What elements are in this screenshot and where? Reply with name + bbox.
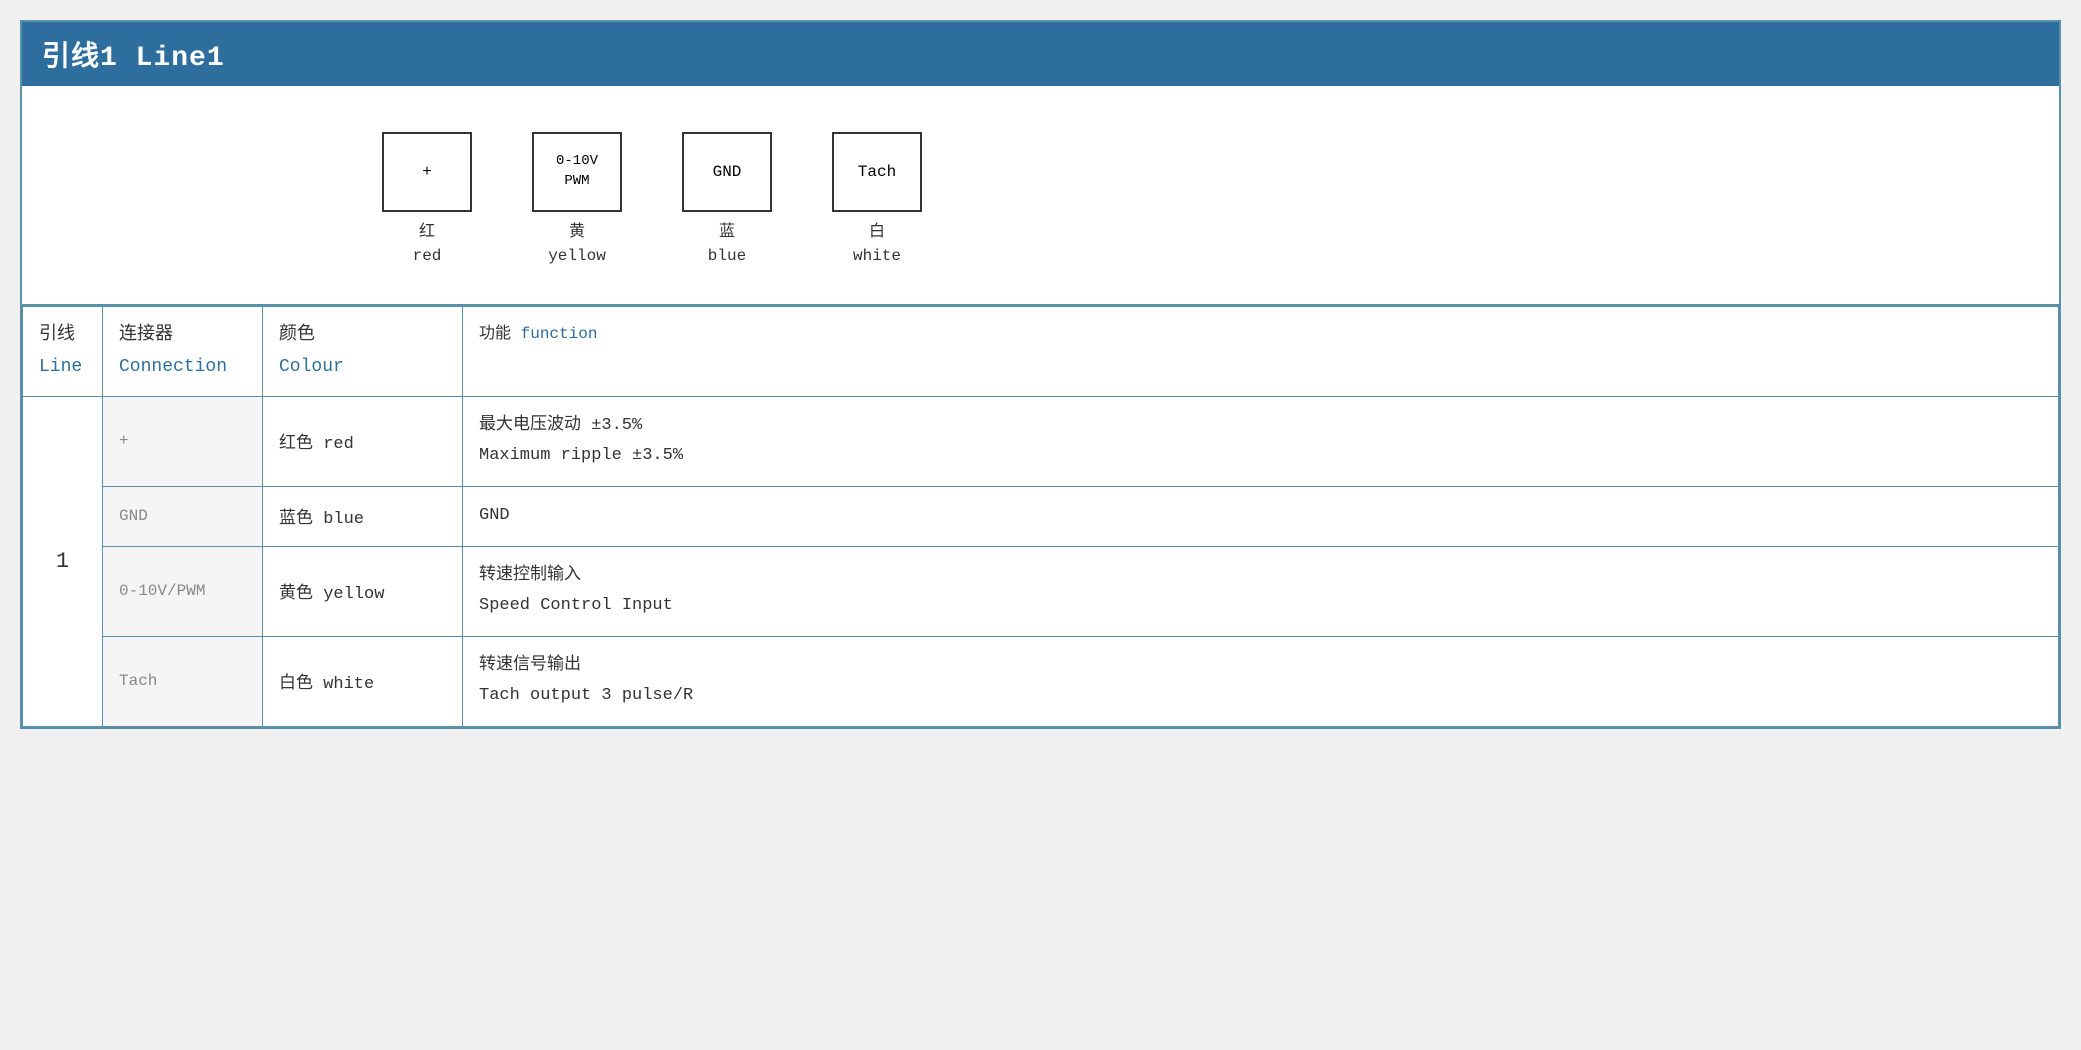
function-gnd: GND [463, 486, 2059, 546]
header-colour-en: Colour [279, 351, 446, 383]
func-tach-zh: 转速信号输出 [479, 651, 2042, 682]
table-section: 引线 Line 连接器 Connection 颜色 Colour 功能 func… [22, 306, 2059, 727]
connection-plus: + [103, 396, 263, 486]
header-connection: 连接器 Connection [103, 307, 263, 397]
main-container: 引线1 Line1 + 红 red 0-10VPWM 黄 [20, 20, 2061, 729]
connector-item-pwm: 0-10VPWM 黄 yellow [532, 132, 622, 268]
header-function-en: function [521, 325, 598, 343]
table-row-2: GND 蓝色 blue GND [23, 486, 2059, 546]
connector-zh-plus: 红 [419, 223, 435, 241]
connection-gnd: GND [103, 486, 263, 546]
connection-pwm: 0-10V/PWM [103, 546, 263, 636]
connector-symbol-gnd: GND [713, 163, 742, 181]
page-title: 引线1 Line1 [42, 43, 225, 74]
line-number-1: 1 [23, 396, 103, 726]
header-colour-zh: 颜色 [279, 319, 446, 351]
title-bar: 引线1 Line1 [22, 22, 2059, 86]
connector-en-pwm: yellow [548, 247, 606, 265]
table-row-4: Tach 白色 white 转速信号输出 Tach output 3 pulse… [23, 636, 2059, 726]
func-red-en: Maximum ripple ±3.5% [479, 441, 2042, 472]
colour-red: 红色 red [263, 396, 463, 486]
connector-item-gnd: GND 蓝 blue [682, 132, 772, 268]
connector-en-gnd: blue [708, 247, 746, 265]
func-pwm-zh: 转速控制输入 [479, 561, 2042, 592]
connectors-row: + 红 red 0-10VPWM 黄 yellow [382, 132, 922, 268]
connector-zh-gnd: 蓝 [719, 223, 735, 241]
colour-yellow: 黄色 yellow [263, 546, 463, 636]
connector-box-plus: + [382, 132, 472, 212]
func-red-zh: 最大电压波动 ±3.5% [479, 411, 2042, 442]
connector-zh-tach: 白 [869, 223, 885, 241]
connector-en-tach: white [853, 247, 901, 265]
connector-item-plus: + 红 red [382, 132, 472, 268]
diagram-section: + 红 red 0-10VPWM 黄 yellow [22, 86, 2059, 306]
header-line-en: Line [39, 351, 86, 383]
header-connection-zh: 连接器 [119, 319, 246, 351]
connector-en-plus: red [413, 247, 442, 265]
connector-box-tach: Tach [832, 132, 922, 212]
connector-box-pwm: 0-10VPWM [532, 132, 622, 212]
connector-item-tach: Tach 白 white [832, 132, 922, 268]
header-function: 功能 function [463, 307, 2059, 397]
header-function-zh: 功能 [479, 325, 511, 343]
connector-label-plus: 红 red [413, 220, 442, 268]
connector-symbol-pwm: 0-10VPWM [556, 152, 598, 191]
colour-white: 白色 white [263, 636, 463, 726]
header-connection-en: Connection [119, 351, 246, 383]
func-pwm-en: Speed Control Input [479, 591, 2042, 622]
connector-zh-pwm: 黄 [569, 223, 585, 241]
connector-label-pwm: 黄 yellow [548, 220, 606, 268]
connector-symbol-tach: Tach [858, 163, 896, 181]
table-header-row: 引线 Line 连接器 Connection 颜色 Colour 功能 func… [23, 307, 2059, 397]
colour-blue: 蓝色 blue [263, 486, 463, 546]
function-red: 最大电压波动 ±3.5% Maximum ripple ±3.5% [463, 396, 2059, 486]
connection-tach: Tach [103, 636, 263, 726]
func-gnd-zh: GND [479, 501, 2042, 532]
table-row-1: 1 + 红色 red 最大电压波动 ±3.5% Maximum ripple ±… [23, 396, 2059, 486]
function-tach: 转速信号输出 Tach output 3 pulse/R [463, 636, 2059, 726]
header-line-zh: 引线 [39, 319, 86, 351]
function-pwm: 转速控制输入 Speed Control Input [463, 546, 2059, 636]
connector-box-gnd: GND [682, 132, 772, 212]
connector-symbol-plus: + [422, 163, 432, 181]
connector-label-tach: 白 white [853, 220, 901, 268]
func-tach-en: Tach output 3 pulse/R [479, 681, 2042, 712]
table-row-3: 0-10V/PWM 黄色 yellow 转速控制输入 Speed Control… [23, 546, 2059, 636]
header-line: 引线 Line [23, 307, 103, 397]
main-table: 引线 Line 连接器 Connection 颜色 Colour 功能 func… [22, 306, 2059, 727]
header-colour: 颜色 Colour [263, 307, 463, 397]
connector-label-gnd: 蓝 blue [708, 220, 746, 268]
